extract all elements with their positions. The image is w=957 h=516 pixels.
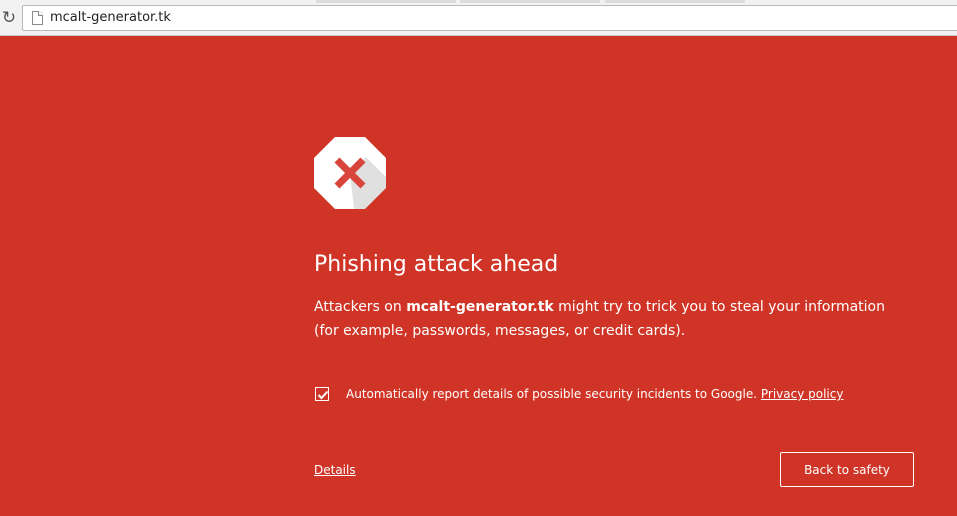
phishing-warning-page: Phishing attack ahead Attackers on mcalt… (0, 36, 957, 516)
browser-toolbar: ↻ mcalt-generator.tk (0, 0, 957, 36)
malicious-domain: mcalt-generator.tk (406, 299, 554, 315)
report-checkbox[interactable] (315, 387, 329, 401)
description-prefix: Attackers on (314, 299, 407, 315)
warning-title: Phishing attack ahead (314, 252, 559, 277)
details-link[interactable]: Details (314, 463, 356, 477)
tab-strip-edge (316, 0, 456, 3)
privacy-policy-link[interactable]: Privacy policy (761, 387, 844, 401)
report-label: Automatically report details of possible… (346, 387, 843, 401)
back-to-safety-button[interactable]: Back to safety (780, 452, 914, 487)
reload-icon[interactable]: ↻ (0, 8, 18, 28)
report-text: Automatically report details of possible… (346, 387, 758, 401)
address-bar[interactable]: mcalt-generator.tk (22, 5, 957, 31)
page-icon (32, 11, 43, 25)
error-stop-icon (314, 137, 386, 209)
warning-description: Attackers on mcalt-generator.tk might tr… (314, 295, 914, 343)
tab-strip-edge (460, 0, 600, 3)
tab-strip-edge (605, 0, 745, 3)
report-option: Automatically report details of possible… (314, 386, 934, 404)
url-text[interactable]: mcalt-generator.tk (50, 10, 171, 25)
checkmark-icon (317, 390, 329, 400)
